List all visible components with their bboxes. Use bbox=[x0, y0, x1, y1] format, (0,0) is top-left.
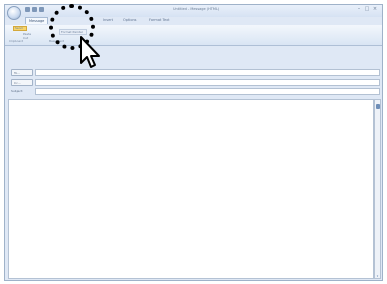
tab-message[interactable]: Message bbox=[25, 17, 49, 24]
window-title: Untitled - Message (HTML) bbox=[173, 7, 220, 11]
message-body[interactable] bbox=[8, 99, 374, 279]
tab-insert[interactable]: Insert bbox=[103, 18, 113, 22]
clipboard-group-label: Clipboard bbox=[9, 39, 24, 43]
send-label: Send bbox=[15, 26, 23, 30]
cc-field[interactable] bbox=[35, 79, 380, 86]
tab-format-text[interactable]: Format Text bbox=[149, 18, 170, 22]
vertical-scrollbar[interactable]: ▾ bbox=[374, 99, 381, 279]
cut-label[interactable]: Cut bbox=[23, 36, 28, 40]
cc-row: Cc... bbox=[8, 79, 380, 86]
to-button[interactable]: To... bbox=[11, 69, 33, 76]
office-button[interactable] bbox=[7, 6, 21, 20]
save-icon[interactable] bbox=[25, 7, 30, 12]
redo-icon[interactable] bbox=[39, 7, 44, 12]
close-icon[interactable]: × bbox=[371, 6, 379, 13]
subject-label: Subject: bbox=[11, 89, 24, 93]
maximize-icon[interactable]: □ bbox=[363, 6, 371, 13]
scroll-down-icon[interactable]: ▾ bbox=[375, 275, 380, 278]
undo-icon[interactable] bbox=[32, 7, 37, 12]
scroll-thumb[interactable] bbox=[376, 104, 380, 109]
subject-field[interactable] bbox=[35, 88, 380, 95]
minimize-icon[interactable]: – bbox=[355, 6, 363, 13]
tab-options[interactable]: Options bbox=[123, 18, 137, 22]
to-row: To... bbox=[8, 69, 380, 76]
subject-row: Subject: bbox=[8, 88, 380, 95]
cc-button[interactable]: Cc... bbox=[11, 79, 33, 86]
mouse-cursor-icon bbox=[80, 36, 100, 68]
